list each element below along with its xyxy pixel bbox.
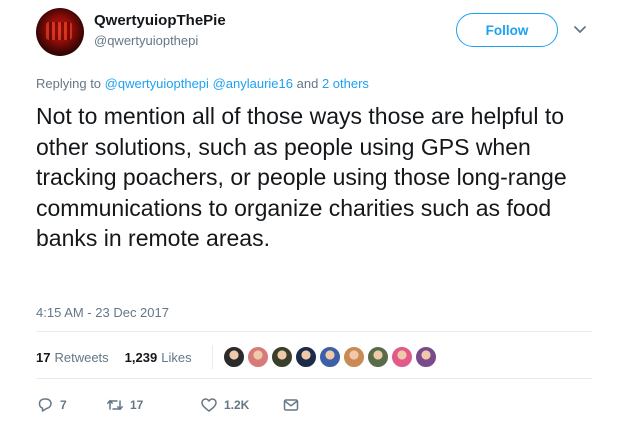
- divider: [211, 345, 213, 369]
- liker-avatar[interactable]: [414, 346, 437, 368]
- likes-label[interactable]: Likes: [161, 350, 191, 365]
- tweet-text: Not to mention all of those ways those a…: [36, 103, 567, 251]
- replying-to-label: Replying to: [36, 76, 102, 91]
- retweets-label[interactable]: Retweets: [54, 350, 108, 365]
- liker-avatars: [222, 346, 439, 368]
- tweet-timestamp[interactable]: 4:15 AM - 23 Dec 2017: [36, 305, 169, 320]
- tweet-stats: 17 Retweets 1,239 Likes: [36, 345, 439, 369]
- envelope-icon: [283, 399, 299, 411]
- liker-avatar[interactable]: [366, 346, 389, 368]
- retweet-button[interactable]: 17: [106, 396, 200, 414]
- divider: [36, 378, 592, 379]
- chevron-down-icon[interactable]: [573, 24, 587, 36]
- like-count: 1.2K: [224, 398, 250, 412]
- retweets-count[interactable]: 17: [36, 350, 50, 365]
- reply-count: 7: [60, 398, 67, 412]
- user-handle[interactable]: @qwertyuiopthepi: [94, 33, 198, 48]
- replying-to-line: Replying to @qwertyuiopthepi @anylaurie1…: [36, 76, 369, 91]
- liker-avatar[interactable]: [270, 346, 293, 368]
- tweet-actions: 7 17 1.2K: [36, 395, 300, 415]
- liker-avatar[interactable]: [390, 346, 413, 368]
- divider: [36, 331, 592, 332]
- retweet-icon: [107, 399, 123, 411]
- heart-icon: [201, 398, 217, 412]
- mention-link[interactable]: @anylaurie16: [213, 76, 293, 91]
- liker-avatar[interactable]: [294, 346, 317, 368]
- liker-avatar[interactable]: [246, 346, 269, 368]
- user-name[interactable]: QwertyuiopThePie: [94, 12, 226, 29]
- likes-count[interactable]: 1,239: [125, 350, 158, 365]
- liker-avatar[interactable]: [342, 346, 365, 368]
- mention-link[interactable]: @qwertyuiopthepi: [105, 76, 209, 91]
- liker-avatar[interactable]: [222, 346, 245, 368]
- follow-button[interactable]: Follow: [456, 13, 558, 47]
- reply-icon: [38, 398, 52, 412]
- direct-message-button[interactable]: [282, 396, 300, 414]
- avatar[interactable]: [36, 8, 84, 56]
- retweet-count: 17: [130, 398, 144, 412]
- others-link[interactable]: 2 others: [322, 76, 369, 91]
- connector-text: and: [296, 76, 319, 91]
- tweet-header: QwertyuiopThePie @qwertyuiopthepi Follow: [36, 8, 596, 60]
- like-button[interactable]: 1.2K: [200, 396, 282, 414]
- liker-avatar[interactable]: [318, 346, 341, 368]
- reply-button[interactable]: 7: [36, 396, 106, 414]
